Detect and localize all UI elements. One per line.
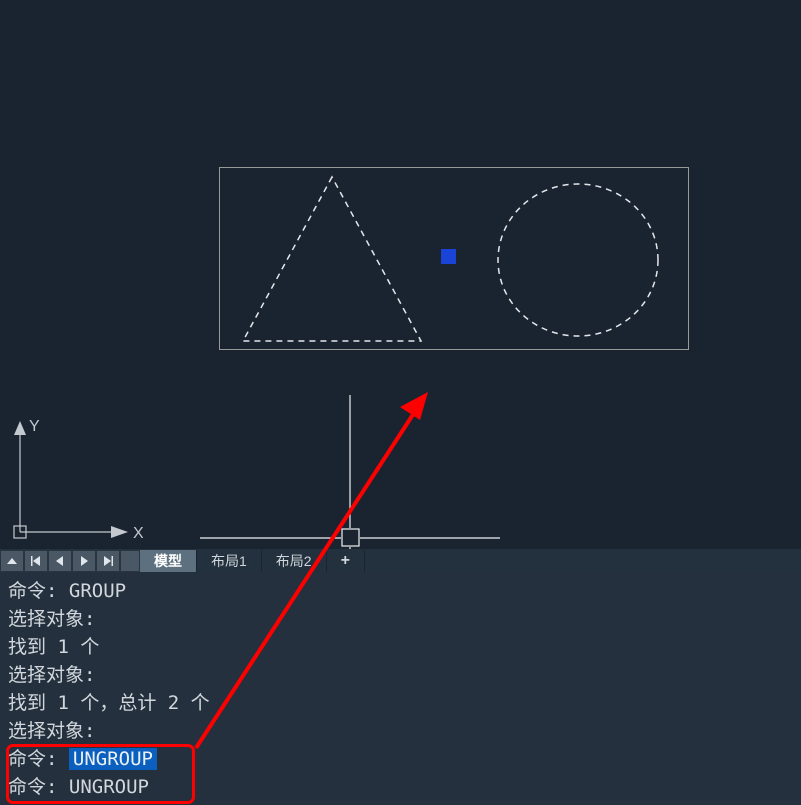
tab-model[interactable]: 模型	[140, 550, 197, 572]
tab-nav-spacer	[120, 550, 140, 572]
ucs-icon: X Y	[13, 413, 143, 543]
tab-nav-next-button[interactable]	[72, 550, 96, 572]
tab-nav-last-button[interactable]	[96, 550, 120, 572]
tab-nav-first-button[interactable]	[24, 550, 48, 572]
group-base-grip[interactable]	[441, 249, 456, 264]
cursor-crosshair	[200, 395, 500, 555]
circle-object[interactable]	[494, 180, 664, 340]
layout-tabs-bar: 模型 布局1 布局2 +	[0, 549, 801, 573]
ucs-x-label: X	[133, 525, 143, 542]
triangle-object[interactable]	[239, 173, 429, 345]
cmd-history-line: 找到 1 个	[8, 633, 793, 661]
cmd-history-line: 选择对象:	[8, 717, 793, 745]
highlighted-command: UNGROUP	[69, 748, 157, 770]
cmd-history-line: 选择对象:	[8, 605, 793, 633]
cmd-history-line: 命令: UNGROUP	[8, 745, 793, 773]
cmd-history-line: 命令: GROUP	[8, 577, 793, 605]
command-line-panel[interactable]: 命令: GROUP 选择对象: 找到 1 个 选择对象: 找到 1 个，总计 2…	[0, 573, 801, 805]
tab-layout2[interactable]: 布局2	[262, 550, 327, 572]
cmd-history-line: 找到 1 个，总计 2 个	[8, 689, 793, 717]
tabs-menu-button[interactable]	[0, 550, 24, 572]
tab-nav-prev-button[interactable]	[48, 550, 72, 572]
model-space-canvas[interactable]: X Y	[0, 0, 801, 548]
cmd-current-line[interactable]: 命令: UNGROUP	[8, 773, 793, 801]
tab-layout1[interactable]: 布局1	[197, 550, 262, 572]
tab-add-layout[interactable]: +	[327, 550, 365, 572]
ucs-y-label: Y	[29, 418, 40, 435]
cmd-history-line: 选择对象:	[8, 661, 793, 689]
